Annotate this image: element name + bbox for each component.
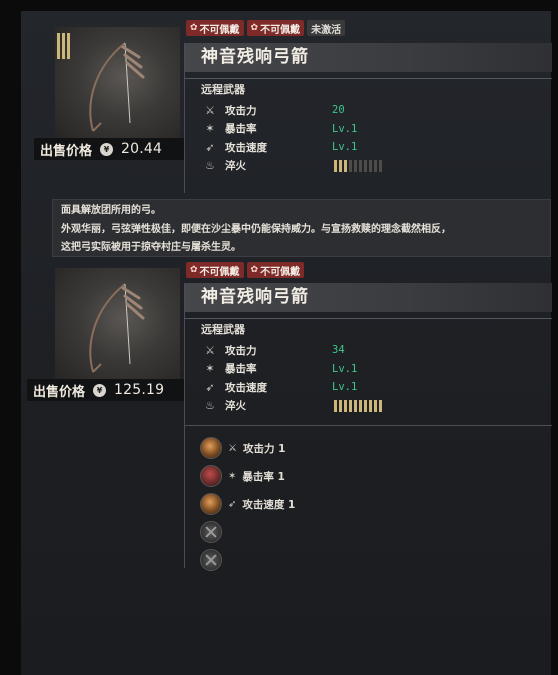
- stat-value: Lv.1: [332, 141, 358, 154]
- stat-crit: ✶ 暴击率 Lv.1: [185, 120, 552, 139]
- flame-icon: ✿: [190, 23, 198, 33]
- temper-pip: [359, 399, 362, 412]
- stat-attack: ⚔ 攻击力 34: [185, 341, 552, 360]
- temper-pip: [339, 399, 342, 412]
- sword-icon: ⚔: [228, 442, 237, 454]
- gem-socket-icon: [200, 465, 222, 487]
- temper-pip: [354, 159, 357, 172]
- flame-icon: ✿: [250, 265, 259, 275]
- item1-card: 神音残响弓箭 远程武器 ⚔ 攻击力 20 ✶ 暴击率 Lv.1 ➶ 攻击速度 L…: [184, 43, 552, 193]
- stat-temper: ♨ 淬火: [185, 397, 552, 416]
- item2-sell-row: 出售价格 ¥ 125.19: [27, 379, 184, 401]
- gilded-marker-icon: [57, 33, 70, 59]
- flame-icon: ✿: [250, 23, 259, 33]
- crit-icon: ✶: [205, 122, 215, 136]
- temper-pip: [344, 399, 347, 412]
- item2-tags: ✿ 不可佩戴 ✿ 不可佩戴: [186, 262, 305, 278]
- socket-label: 攻击速度 1: [242, 498, 296, 511]
- stat-value: Lv.1: [332, 362, 358, 375]
- gem-socket-icon: [200, 493, 222, 515]
- temper-pip: [379, 399, 382, 412]
- tag-not-equippable: ✿ 不可佩戴: [246, 262, 305, 278]
- description-line: 面具解放团所用的弓。: [61, 205, 161, 216]
- socket-slot[interactable]: ⚔ 攻击力 1: [200, 437, 285, 459]
- temper-pip: [354, 399, 357, 412]
- bow-icon: [89, 283, 145, 373]
- flame-icon: ✿: [190, 265, 198, 275]
- temper-icon: ♨: [205, 159, 215, 173]
- temper-bars: [334, 159, 382, 172]
- stat-value: 34: [332, 344, 345, 357]
- item2-thumbnail[interactable]: [55, 268, 180, 380]
- item1-name: 神音残响弓箭: [185, 43, 552, 72]
- temper-pip: [379, 159, 382, 172]
- stat-value: Lv.1: [332, 381, 358, 394]
- temper-pip: [349, 399, 352, 412]
- stat-attack: ⚔ 攻击力 20: [185, 101, 552, 120]
- item1-thumbnail[interactable]: [55, 27, 180, 139]
- socket-label: 攻击力 1: [242, 442, 286, 455]
- socket-label: 暴击率 1: [242, 470, 285, 483]
- bow-icon: [89, 42, 145, 132]
- stat-crit: ✶ 暴击率 Lv.1: [185, 360, 552, 379]
- sell-price: 125.19: [114, 382, 165, 398]
- temper-pip: [359, 159, 362, 172]
- temper-icon: ♨: [205, 399, 215, 413]
- stat-speed: ➶ 攻击速度 Lv.1: [185, 138, 552, 157]
- crit-icon: ✶: [228, 470, 237, 482]
- sell-label: 出售价格: [40, 143, 93, 159]
- empty-socket-icon: [200, 549, 222, 571]
- temper-pip: [364, 399, 367, 412]
- crit-icon: ✶: [205, 362, 215, 376]
- temper-pip: [349, 159, 352, 172]
- socket-slot[interactable]: ➶ 攻击速度 1: [200, 493, 295, 515]
- temper-bars: [334, 399, 382, 412]
- tag-not-equippable: ✿ 不可佩戴: [186, 262, 244, 278]
- item1-type: 远程武器: [185, 78, 552, 101]
- stat-value: 20: [332, 104, 345, 117]
- speed-icon: ➶: [228, 498, 237, 510]
- stat-value: Lv.1: [332, 122, 358, 135]
- empty-socket-icon: [200, 521, 222, 543]
- temper-pip: [374, 159, 377, 172]
- temper-pip: [374, 399, 377, 412]
- tag-inactive: 未激活: [307, 20, 346, 36]
- item1-tags: ✿ 不可佩戴 ✿ 不可佩戴 未激活: [186, 20, 346, 36]
- item2-name: 神音残响弓箭: [185, 283, 552, 312]
- temper-pip: [364, 159, 367, 172]
- item2-type: 远程武器: [185, 318, 552, 341]
- socket-slot-empty[interactable]: [200, 549, 222, 571]
- temper-pip: [344, 159, 347, 172]
- sword-icon: ⚔: [205, 103, 215, 117]
- item1-sell-row: 出售价格 ¥ 20.44: [34, 138, 184, 160]
- coin-icon: ¥: [93, 383, 107, 397]
- sell-price: 20.44: [121, 141, 163, 157]
- speed-icon: ➶: [205, 380, 215, 394]
- speed-icon: ➶: [205, 140, 215, 154]
- coin-icon: ¥: [100, 142, 114, 156]
- tag-not-equippable: ✿ 不可佩戴: [246, 20, 305, 36]
- sell-label: 出售价格: [33, 384, 86, 400]
- stat-temper: ♨ 淬火: [185, 157, 552, 176]
- item2-card: 神音残响弓箭 远程武器 ⚔ 攻击力 34 ✶ 暴击率 Lv.1 ➶ 攻击速度 L…: [184, 283, 552, 568]
- gem-socket-icon: [200, 437, 222, 459]
- temper-pip: [369, 159, 372, 172]
- divider: [185, 425, 552, 426]
- socket-slot-empty[interactable]: [200, 521, 222, 543]
- tag-not-equippable: ✿ 不可佩戴: [186, 20, 244, 36]
- socket-slot[interactable]: ✶ 暴击率 1: [200, 465, 285, 487]
- item-description: 面具解放团所用的弓。 外观华丽，弓弦弹性极佳，即便在沙尘暴中仍能保持威力。与宣扬…: [52, 199, 551, 257]
- description-line: 外观华丽，弓弦弹性极佳，即便在沙尘暴中仍能保持威力。与宣扬救赎的理念截然相反，: [61, 223, 451, 235]
- stat-speed: ➶ 攻击速度 Lv.1: [185, 378, 552, 397]
- temper-pip: [369, 399, 372, 412]
- temper-pip: [334, 159, 337, 172]
- temper-pip: [334, 399, 337, 412]
- description-line: 这把弓实际被用于掠夺村庄与屠杀生灵。: [61, 242, 241, 253]
- sword-icon: ⚔: [205, 343, 215, 357]
- temper-pip: [339, 159, 342, 172]
